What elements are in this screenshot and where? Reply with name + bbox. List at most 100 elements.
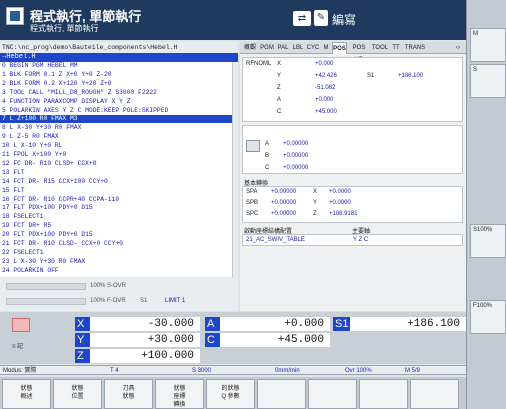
tab-lbl[interactable]: LBL <box>291 42 305 54</box>
mode-subtitle: 程式執行, 單節執行 <box>30 24 99 33</box>
feed-override-bar <box>6 298 86 305</box>
program-run-icon <box>6 7 24 25</box>
program-line[interactable]: 1 BLK FORM 0.1 Z X+0 Y+0 Z-20 <box>0 71 232 79</box>
edit-glyph-icon[interactable]: ✎ <box>314 10 328 26</box>
transform-v2: +108.9181 <box>329 211 358 217</box>
mode-line: Modus: 實際 T 4 S 3000 0mm/min Ovr 100% M … <box>0 365 466 375</box>
axis-label: A <box>205 317 220 331</box>
program-line[interactable]: 5 POLARKIN AXES Y Z C MODE:KEEP POLE:SKI… <box>0 107 232 115</box>
program-line[interactable]: 9 L Z-5 R0 FMAX <box>0 133 232 141</box>
right-softkey-column: M S S100% F100% <box>466 0 506 409</box>
program-line[interactable]: 22 FSELECT1 <box>0 249 232 257</box>
softkey-6[interactable] <box>257 379 306 409</box>
spindle-override-key-label: S100% <box>473 227 493 233</box>
program-line[interactable]: 23 L X-30 Y+30 R0 FMAX <box>0 258 232 266</box>
program-scrollbar[interactable] <box>232 62 238 277</box>
rfnoml-value: +0.000 <box>315 61 334 67</box>
spindle-icon: ≡ 記 <box>12 344 24 350</box>
softkey-9[interactable] <box>410 379 459 409</box>
status-tabs: 概觀PGMPALLBLCYCMPOSPOS HRTOOLTTTRANS ‹› <box>240 42 466 63</box>
override-area: 100% S-OVR 100% F-OVR S1 LIMIT 1 <box>0 277 238 311</box>
softkey-3[interactable]: 刀具 狀態 <box>104 379 153 409</box>
tab-tt[interactable]: TT <box>390 42 402 54</box>
tab-tool[interactable]: TOOL <box>371 42 389 54</box>
transform-axis: Z <box>313 211 317 217</box>
axis-value: -30.000 <box>90 317 200 331</box>
feed-override-key[interactable]: F100% <box>470 300 506 334</box>
axis-label: X <box>75 317 90 331</box>
rfnoml-axis: Y <box>277 73 282 79</box>
softkey-1[interactable]: 狀態 概述 <box>2 379 51 409</box>
tab-pos[interactable]: POS <box>332 42 347 54</box>
override-limit: LIMIT 1 <box>165 298 186 304</box>
program-line[interactable]: 24 POLARKIN OFF <box>0 267 232 275</box>
tab-cyc[interactable]: CYC <box>306 42 320 54</box>
feed-override-key-label: F100% <box>473 303 493 309</box>
rfnoml-axis: A <box>277 97 282 103</box>
alert-icon[interactable] <box>12 318 30 332</box>
tab-概觀[interactable]: 概觀 <box>242 42 258 54</box>
edit-mode-label[interactable]: 編寫 <box>332 11 356 28</box>
program-line[interactable]: 3 TOOL CALL "MILL_D8_ROUGH" Z S3000 F222… <box>0 89 232 97</box>
program-line[interactable]: 16 FCT DR- R10 CCPR+40 CCPA-110 <box>0 196 232 204</box>
m-function-key[interactable]: M <box>470 28 506 62</box>
program-line[interactable]: 13 FLT <box>0 169 232 177</box>
override-s1: S1 <box>140 298 148 304</box>
main-axis-value: Y Z C <box>353 237 369 243</box>
program-line[interactable]: 8 L X-30 Y+30 R0 FMAX <box>0 124 232 132</box>
softkey-5[interactable]: 的狀態 Q 參數 <box>206 379 255 409</box>
program-line[interactable]: 20 FLT PDX+100 PDY+0 D15 <box>0 231 232 239</box>
tab-m[interactable]: M <box>321 42 331 54</box>
axis-label: Y <box>75 333 90 347</box>
rot-value: +0.00000 <box>283 165 309 171</box>
transform-label: SPA <box>246 189 258 195</box>
program-listing[interactable]: 0 BEGIN PGM HEBEL MM 1 BLK FORM 0.1 Z X+0… <box>0 62 238 277</box>
tab-trans[interactable]: TRANS <box>403 42 427 54</box>
program-line[interactable]: 15 FLT <box>0 187 232 195</box>
program-line[interactable]: 10 L X-10 Y+0 RL <box>0 142 232 150</box>
program-line[interactable]: 19 FCT DR+ R5 <box>0 222 232 230</box>
rfnoml-value: +45.000 <box>315 109 337 115</box>
tab-pal[interactable]: PAL <box>276 42 290 54</box>
transform-v2: +0.0000 <box>329 189 351 195</box>
m-function-text: M 5/9 <box>405 368 421 374</box>
transform-v1: +0.00000 <box>271 211 297 217</box>
softkey-7[interactable] <box>308 379 357 409</box>
program-path: TNC:\nc_prog\demo\Bauteile_components\He… <box>0 42 238 53</box>
rfnoml-box: RFNOML X +0.000 Y +42.426 Z -51.082 A +0… <box>242 57 463 122</box>
program-line[interactable]: 11 FPOL X+100 Y+0 <box>0 151 232 159</box>
program-line[interactable]: 17 FLT PDX+100 PDY+0 D15 <box>0 204 232 212</box>
tab-pgm[interactable]: PGM <box>259 42 275 54</box>
axis-value: +45.000 <box>220 333 330 347</box>
tab-scroll-icon[interactable]: ‹› <box>452 42 464 54</box>
program-line[interactable]: 14 FCT DR- R15 CCX+100 CCY+0 <box>0 178 232 186</box>
edit-mode-icon[interactable]: ⇄ <box>293 11 311 26</box>
program-file[interactable]: →Hebel.H <box>0 53 238 62</box>
program-line[interactable]: 18 FSELECT1 <box>0 213 232 221</box>
m-key-label: M <box>473 31 478 37</box>
program-line[interactable]: 7 L Z+100 R0 FMAX M3 <box>0 115 232 124</box>
program-line[interactable]: 2 BLK FORM 0.2 X+120 Y+20 Z+0 <box>0 80 232 88</box>
program-line[interactable]: 21 FCT DR- R10 CLSD- CCX+0 CCY+0 <box>0 240 232 248</box>
program-line[interactable]: 4 FUNCTION PARAXCOMP DISPLAY X Y Z <box>0 98 232 106</box>
override-text: Ovr 100% <box>345 368 372 374</box>
s-key-label: S <box>473 67 478 73</box>
axis-value: +30.000 <box>90 333 200 347</box>
program-line[interactable]: 0 BEGIN PGM HEBEL MM <box>0 62 232 70</box>
softkey-8[interactable] <box>359 379 408 409</box>
axis-value: +186.100 <box>350 317 466 331</box>
rot-value: +0.00000 <box>283 153 309 159</box>
feed-text: 0mm/min <box>275 368 300 374</box>
spindle-override-key[interactable]: S100% <box>470 224 506 258</box>
axis-label: Z <box>75 349 90 363</box>
s-function-key[interactable]: S <box>470 64 506 98</box>
program-line[interactable]: 12 FC DR- R10 CLSD+ CCX+0 <box>0 160 232 168</box>
softkey-4[interactable]: 狀態 座標 轉換 <box>155 379 204 409</box>
rfnoml-value: +42.426 <box>315 73 337 79</box>
tab-pos-hr[interactable]: POS HR <box>348 42 370 63</box>
softkey-2[interactable]: 狀態 位置 <box>53 379 102 409</box>
tool-text: T 4 <box>110 368 119 374</box>
s1-label: S1 <box>367 73 375 79</box>
kinematics-value: 21_AC_SWIV_TABLE <box>246 237 305 243</box>
transform-axis: Y <box>313 200 318 206</box>
